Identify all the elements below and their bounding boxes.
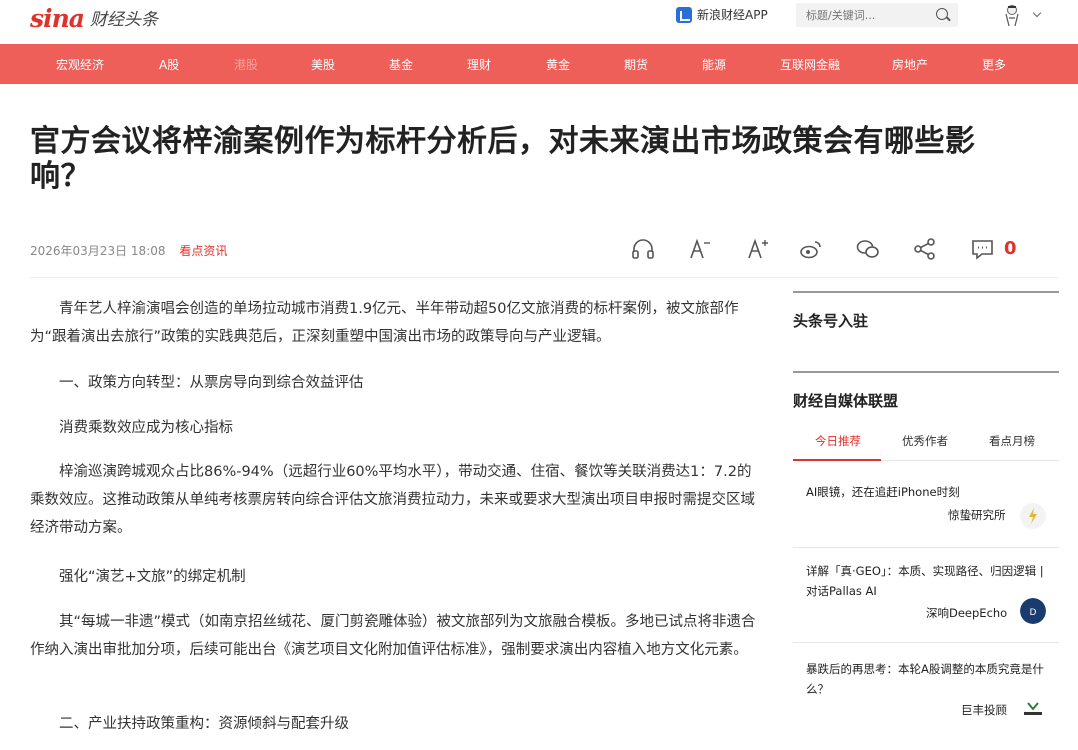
weibo-icon[interactable] [798, 236, 824, 262]
paragraph: 青年艺人梓渝演唱会创造的单场拉动城市消费1.9亿元、半年带动超50亿文旅消费的标… [30, 301, 739, 345]
chevron-down-icon[interactable] [1032, 8, 1042, 18]
nav-item-energy[interactable]: 能源 [702, 56, 726, 73]
nav-item-hk-shares[interactable]: 港股 [234, 56, 258, 73]
news-item-source[interactable]: 惊蛰研究所 [948, 507, 1006, 523]
channel-name: 财经头条 [89, 10, 158, 30]
news-item-title[interactable]: AI眼镜，还在追赶iPhone时刻 [806, 482, 1056, 502]
paragraph: 梓渝巡演跨城观众占比86%-94%（远超行业60%平均水平），带动交通、住宿、餐… [30, 464, 755, 536]
tab-today-recommend[interactable]: 今日推荐 [815, 433, 861, 449]
section-heading: 一、政策方向转型：从票房导向到综合效益评估 [59, 375, 364, 391]
headphones-icon[interactable] [630, 236, 656, 262]
sub-heading: 消费乘数效应成为核心指标 [59, 420, 233, 436]
publish-date: 2026年03月23日 18:08 [30, 244, 166, 258]
lightning-icon [1020, 503, 1046, 529]
search-box [796, 3, 958, 27]
section-heading: 二、产业扶持政策重构：资源倾斜与配套升级 [59, 716, 349, 732]
font-increase-icon[interactable] [744, 236, 770, 262]
comment-count[interactable]: 0 [1004, 238, 1017, 259]
nav-item-gold[interactable]: 黄金 [546, 56, 570, 73]
news-item-title[interactable]: 暴跌后的再思考：本轮A股调整的本质究竟是什么？ [806, 659, 1056, 699]
search-input[interactable] [796, 3, 926, 27]
app-download-link[interactable]: 新浪财经APP [676, 6, 768, 23]
news-item-title[interactable]: 详解「真·GEO」：本质、实现路径、归因逻辑 | 对话Pallas AI [806, 561, 1056, 601]
top-header: sina 财经头条 新浪财经APP [0, 0, 1078, 44]
news-divider [793, 547, 1059, 548]
sub-heading: 强化“演艺+文旅”的绑定机制 [59, 569, 246, 585]
wechat-icon[interactable] [855, 236, 881, 262]
paragraph: 其“每城一非遗”模式（如南京招丝绒花、厦门剪瓷雕体验）被文旅部列为文旅融合模板。… [30, 614, 756, 658]
alliance-heading: 财经自媒体联盟 [793, 392, 899, 410]
app-icon [676, 6, 692, 23]
font-decrease-icon[interactable] [686, 236, 712, 262]
comment-icon[interactable] [970, 236, 996, 262]
tab-top-authors[interactable]: 优秀作者 [902, 433, 948, 449]
site-logo[interactable]: sina 财经头条 [30, 4, 158, 33]
nav-item-wealth[interactable]: 理财 [467, 56, 491, 73]
meta-divider [30, 277, 1058, 278]
avatar[interactable] [1000, 2, 1024, 28]
share-icon[interactable] [912, 236, 938, 262]
media-apply-heading[interactable]: 头条号入驻 [793, 310, 868, 331]
nav-item-real-estate[interactable]: 房地产 [892, 56, 928, 73]
nav-item-funds[interactable]: 基金 [389, 56, 413, 73]
tab-monthly-ranking[interactable]: 看点月榜 [989, 433, 1035, 449]
active-tab-indicator [793, 459, 881, 461]
nav-item-macro[interactable]: 宏观经济 [56, 56, 104, 73]
nav-item-us-shares[interactable]: 美股 [311, 56, 335, 73]
sidebar-divider [793, 371, 1059, 373]
svg-text:D: D [1030, 608, 1037, 618]
article-title: 官方会议将梓渝案例作为标杆分析后，对未来演出市场政策会有哪些影响？ [30, 124, 976, 194]
search-icon[interactable] [936, 8, 948, 20]
channel-nav: 宏观经济 A股 港股 美股 基金 理财 黄金 期货 能源 互联网金融 房地产 更… [0, 44, 1078, 84]
nav-item-futures[interactable]: 期货 [624, 56, 648, 73]
jufeng-logo-icon [1024, 702, 1042, 715]
news-item-source[interactable]: 深响DeepEcho [926, 605, 1007, 621]
article-meta: 2026年03月23日 18:08 看点资讯 [30, 242, 227, 259]
nav-item-more[interactable]: 更多 [982, 56, 1006, 73]
deepecho-logo-icon: D [1020, 598, 1046, 624]
news-item-source[interactable]: 巨丰投顾 [961, 702, 1007, 718]
nav-item-internet-finance[interactable]: 互联网金融 [780, 56, 840, 73]
article-source[interactable]: 看点资讯 [179, 244, 227, 258]
nav-item-a-shares[interactable]: A股 [159, 56, 179, 73]
app-link-label: 新浪财经APP [697, 8, 768, 22]
news-divider [793, 642, 1059, 643]
sina-logo-mark: sina [30, 4, 85, 33]
sidebar-divider [793, 291, 1059, 293]
